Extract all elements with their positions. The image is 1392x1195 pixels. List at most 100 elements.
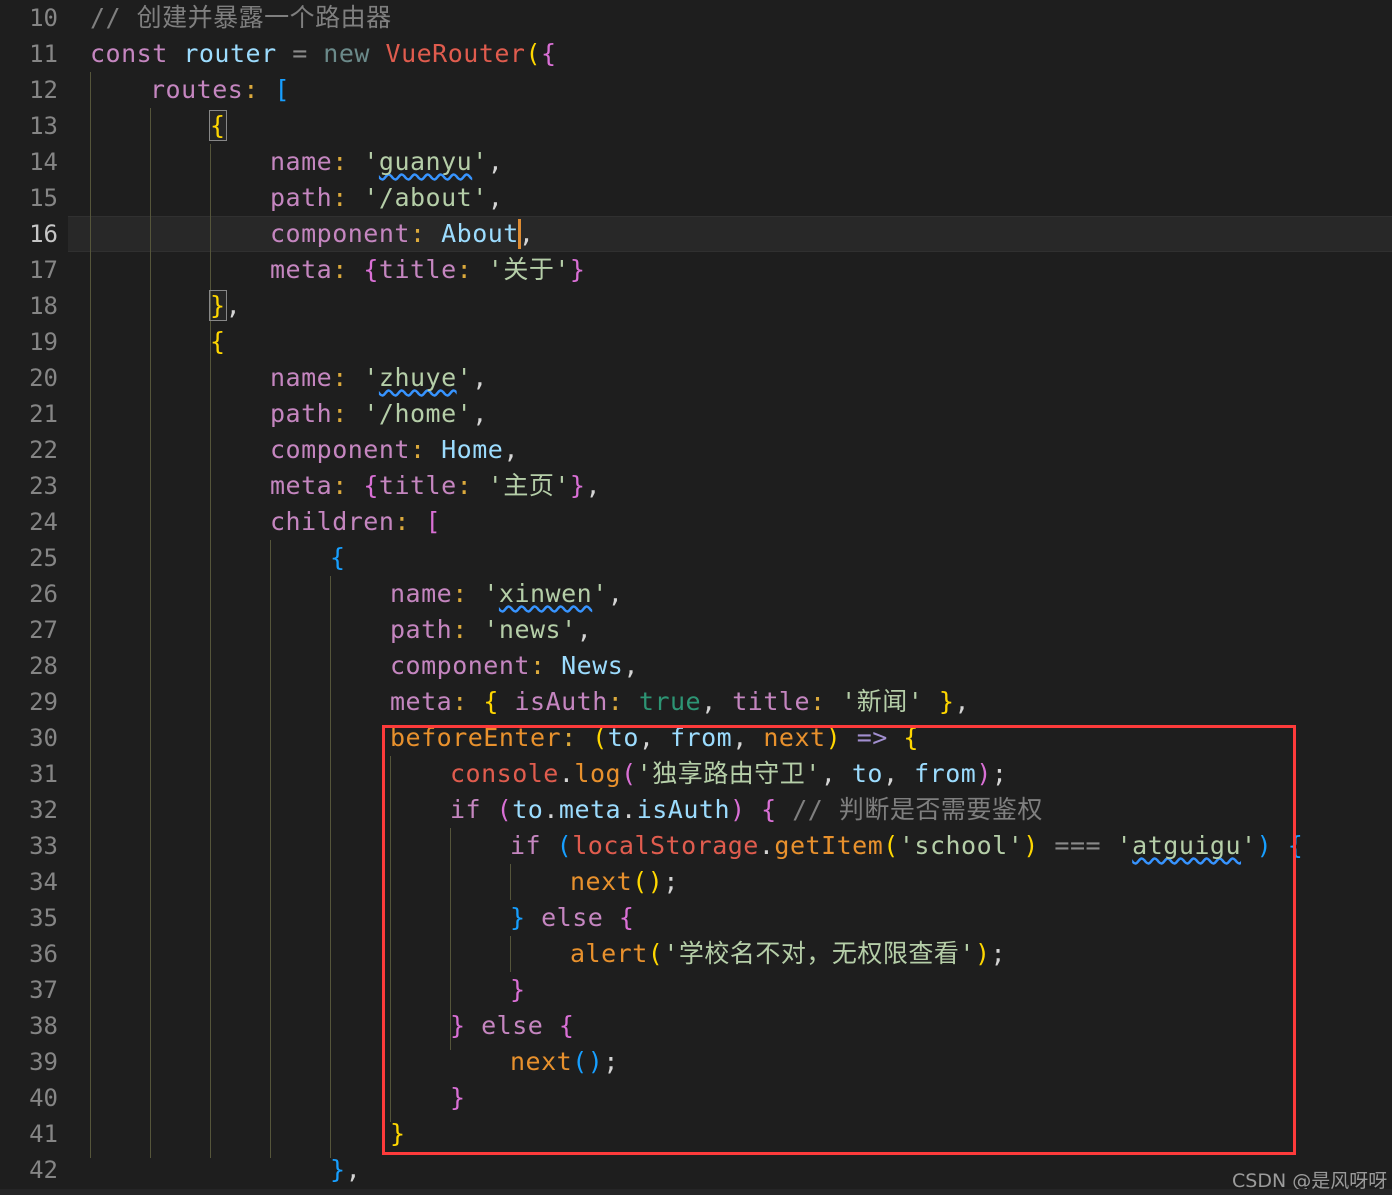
code-line-10[interactable]: // 创建并暴露一个路由器 [0,0,1392,36]
code-line-text: } [510,975,526,1004]
code-line-text: next(); [570,867,679,896]
line-number-28: 28 [29,652,58,680]
code-line-text: meta: {title: '关于'} [270,255,586,284]
line-number-13: 13 [29,112,58,140]
code-line-13[interactable]: { [0,108,1392,144]
code-line-text: beforeEnter: (to, from, next) => { [390,723,919,752]
code-line-text: } else { [510,903,635,932]
line-number-31: 31 [29,760,58,788]
line-number-27: 27 [29,616,58,644]
code-line-24[interactable]: children: [ [0,504,1392,540]
code-line-27[interactable]: path: 'news', [0,612,1392,648]
code-line-40[interactable]: } [0,1080,1392,1116]
line-number-25: 25 [29,544,58,572]
line-number-35: 35 [29,904,58,932]
line-number-38: 38 [29,1012,58,1040]
line-number-40: 40 [29,1084,58,1112]
code-line-text: next(); [510,1047,619,1076]
code-line-33[interactable]: if (localStorage.getItem('school') === '… [0,828,1392,864]
code-line-text: console.log('独享路由守卫', to, from); [450,759,1008,788]
code-line-text: meta: { isAuth: true, title: '新闻' }, [390,687,970,716]
code-line-text: name: 'xinwen', [390,579,624,608]
code-line-34[interactable]: next(); [0,864,1392,900]
code-line-21[interactable]: path: '/home', [0,396,1392,432]
code-line-20[interactable]: name: 'zhuye', [0,360,1392,396]
code-line-41[interactable]: } [0,1116,1392,1152]
code-line-text: { [330,543,346,572]
code-line-36[interactable]: alert('学校名不对，无权限查看'); [0,936,1392,972]
code-line-19[interactable]: { [0,324,1392,360]
line-number-37: 37 [29,976,58,1004]
line-number-20: 20 [29,364,58,392]
code-line-28[interactable]: component: News, [0,648,1392,684]
code-line-15[interactable]: path: '/about', [0,180,1392,216]
code-line-text: routes: [ [150,75,290,104]
line-number-17: 17 [29,256,58,284]
code-line-text: { [209,110,227,141]
code-line-text: } [450,1083,466,1112]
code-line-text: path: 'news', [390,615,593,644]
code-content[interactable]: // 创建并暴露一个路由器 const router = new VueRout… [0,0,1392,1195]
code-line-31[interactable]: console.log('独享路由守卫', to, from); [0,756,1392,792]
code-line-14[interactable]: name: 'guanyu', [0,144,1392,180]
editor-bottom-bar [0,1189,1392,1195]
code-line-text: children: [ [270,507,442,536]
line-number-26: 26 [29,580,58,608]
code-line-text: component: News, [390,651,639,680]
line-number-10: 10 [29,4,58,32]
line-number-24: 24 [29,508,58,536]
code-line-12[interactable]: routes: [ [0,72,1392,108]
code-line-text: } [390,1119,406,1148]
code-line-30[interactable]: beforeEnter: (to, from, next) => { [0,720,1392,756]
line-number-34: 34 [29,868,58,896]
code-line-26[interactable]: name: 'xinwen', [0,576,1392,612]
code-line-text: // 创建并暴露一个路由器 [90,3,392,32]
line-number-18: 18 [29,292,58,320]
line-number-29: 29 [29,688,58,716]
code-line-17[interactable]: meta: {title: '关于'} [0,252,1392,288]
line-number-41: 41 [29,1120,58,1148]
line-number-14: 14 [29,148,58,176]
code-line-11[interactable]: const router = new VueRouter({ [0,36,1392,72]
line-number-32: 32 [29,796,58,824]
code-line-text: } else { [450,1011,575,1040]
code-line-37[interactable]: } [0,972,1392,1008]
code-line-42[interactable]: }, [0,1152,1392,1188]
code-line-text: }, [209,290,242,321]
code-line-text: if (to.meta.isAuth) { // 判断是否需要鉴权 [450,795,1043,824]
code-line-text: }, [330,1155,362,1184]
code-line-32[interactable]: if (to.meta.isAuth) { // 判断是否需要鉴权 [0,792,1392,828]
code-line-text: name: 'guanyu', [270,147,504,176]
line-number-30: 30 [29,724,58,752]
code-line-35[interactable]: } else { [0,900,1392,936]
code-line-25[interactable]: { [0,540,1392,576]
code-line-text: meta: {title: '主页'}, [270,471,602,500]
line-number-33: 33 [29,832,58,860]
line-number-19: 19 [29,328,58,356]
line-number-12: 12 [29,76,58,104]
code-editor[interactable]: // 创建并暴露一个路由器 const router = new VueRout… [0,0,1392,1195]
code-line-text: alert('学校名不对，无权限查看'); [570,939,1007,968]
line-number-23: 23 [29,472,58,500]
code-line-text: name: 'zhuye', [270,363,488,392]
code-line-text: path: '/home', [270,399,488,428]
line-number-16: 16 [29,220,58,248]
line-number-36: 36 [29,940,58,968]
line-number-15: 15 [29,184,58,212]
code-line-text: const router = new VueRouter({ [90,39,557,68]
code-line-text: component: Home, [270,435,519,464]
line-number-22: 22 [29,436,58,464]
code-line-18[interactable]: }, [0,288,1392,324]
line-number-39: 39 [29,1048,58,1076]
code-line-text: if (localStorage.getItem('school') === '… [510,831,1304,860]
code-line-text: component: About, [270,219,535,248]
code-line-22[interactable]: component: Home, [0,432,1392,468]
code-line-16[interactable]: component: About, [0,216,1392,252]
code-line-39[interactable]: next(); [0,1044,1392,1080]
text-cursor [518,219,521,249]
line-number-42: 42 [29,1156,58,1184]
code-line-23[interactable]: meta: {title: '主页'}, [0,468,1392,504]
line-number-gutter: 10 11 12 13 14 15 16 17 18 19 20 21 22 23 24 25 26 27 28 29… [0,0,68,1195]
code-line-29[interactable]: meta: { isAuth: true, title: '新闻' }, [0,684,1392,720]
code-line-38[interactable]: } else { [0,1008,1392,1044]
